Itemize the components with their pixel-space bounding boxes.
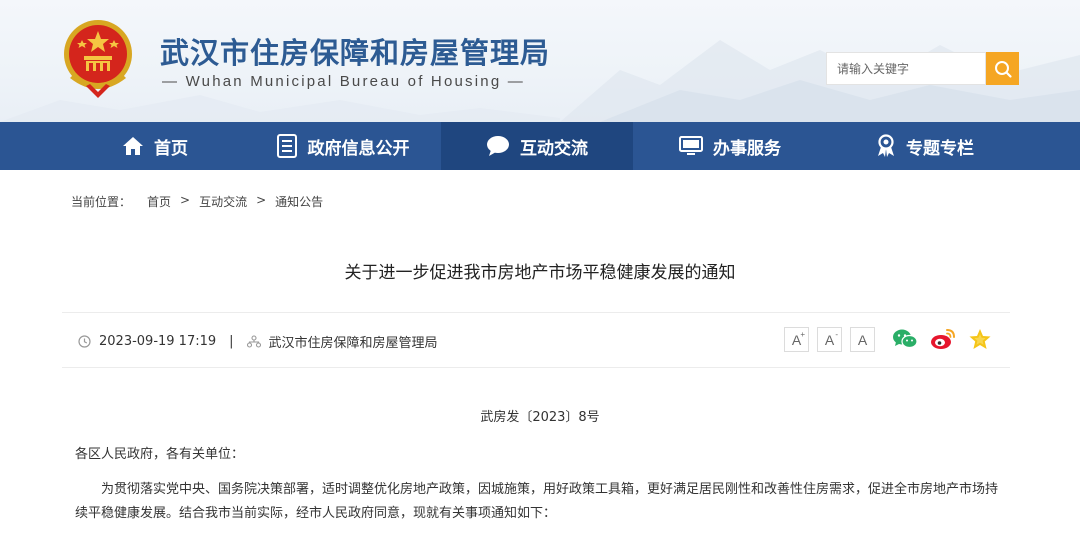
article-paragraph: 为贯彻落实党中央、国务院决策部署，适时调整优化房地产政策，因城施策，用好政策工具…	[75, 482, 999, 521]
weibo-icon[interactable]	[930, 328, 956, 350]
article-meta: 2023-09-19 17:19 | 武汉市住房保障和房屋管理局	[78, 332, 438, 351]
nav-item-topics[interactable]: 专题专栏	[850, 122, 1000, 170]
publish-date: 2023-09-19 17:19	[99, 334, 217, 349]
search-button[interactable]	[986, 52, 1019, 85]
meta-divider: |	[229, 334, 234, 349]
nav-item-label: 互动交流	[520, 138, 588, 159]
breadcrumb-label: 当前位置：	[71, 195, 132, 209]
breadcrumb: 当前位置： 首页 > 互动交流 > 通知公告	[71, 193, 323, 210]
favorite-star-icon[interactable]	[968, 328, 992, 350]
font-reset-label: A	[857, 331, 868, 348]
site-subtitle: — Wuhan Municipal Bureau of Housing —	[162, 73, 525, 90]
nav-item-services[interactable]: 办事服务	[655, 122, 805, 170]
nav-item-label: 政府信息公开	[307, 138, 410, 159]
nav-item-interaction[interactable]: 互动交流	[441, 122, 633, 170]
monitor-icon	[679, 136, 703, 155]
home-icon	[123, 137, 143, 155]
font-decrease-button[interactable]: A-	[817, 327, 842, 352]
wechat-icon[interactable]	[892, 328, 918, 350]
nav-item-home[interactable]: 首页	[80, 122, 230, 170]
font-size-controls: A + A- A	[784, 327, 875, 352]
article-title: 关于进一步促进我市房地产市场平稳健康发展的通知	[344, 263, 736, 283]
font-reset-button[interactable]: A	[850, 327, 875, 352]
site-header: 武汉市住房保障和房屋管理局 — Wuhan Municipal Bureau o…	[0, 0, 1080, 122]
source-org-icon	[246, 335, 261, 348]
article-salutation: 各区人民政府，各有关单位：	[75, 447, 245, 462]
nav-item-label: 专题专栏	[906, 138, 974, 159]
search-icon	[994, 60, 1012, 78]
nav-item-gov-info[interactable]: 政府信息公开	[250, 122, 435, 170]
national-emblem-logo	[64, 20, 132, 98]
font-increase-button[interactable]: A +	[784, 327, 809, 352]
breadcrumb-separator: >	[180, 193, 191, 207]
chat-bubble-icon	[487, 136, 509, 156]
breadcrumb-link-notices[interactable]: 通知公告	[275, 193, 323, 210]
breadcrumb-link-home[interactable]: 首页	[147, 193, 171, 210]
main-nav: 首页 政府信息公开 互动交流 办事服务 专题专栏	[0, 122, 1080, 170]
document-list-icon	[276, 134, 297, 158]
clock-icon	[78, 335, 91, 348]
search-input[interactable]	[826, 52, 986, 85]
breadcrumb-separator: >	[256, 193, 267, 207]
article-meta-bar: 2023-09-19 17:19 | 武汉市住房保障和房屋管理局 A + A- A	[62, 312, 1010, 368]
document-number: 武房发〔2023〕8号	[480, 410, 600, 425]
nav-item-label: 办事服务	[713, 138, 781, 159]
site-title: 武汉市住房保障和房屋管理局	[160, 36, 551, 70]
award-ribbon-icon	[878, 134, 894, 157]
nav-item-label: 首页	[154, 138, 188, 159]
font-decrease-label: A	[824, 331, 835, 348]
article-source: 武汉市住房保障和房屋管理局	[268, 336, 438, 351]
share-icons	[892, 328, 992, 350]
breadcrumb-link-interaction[interactable]: 互动交流	[199, 193, 247, 210]
